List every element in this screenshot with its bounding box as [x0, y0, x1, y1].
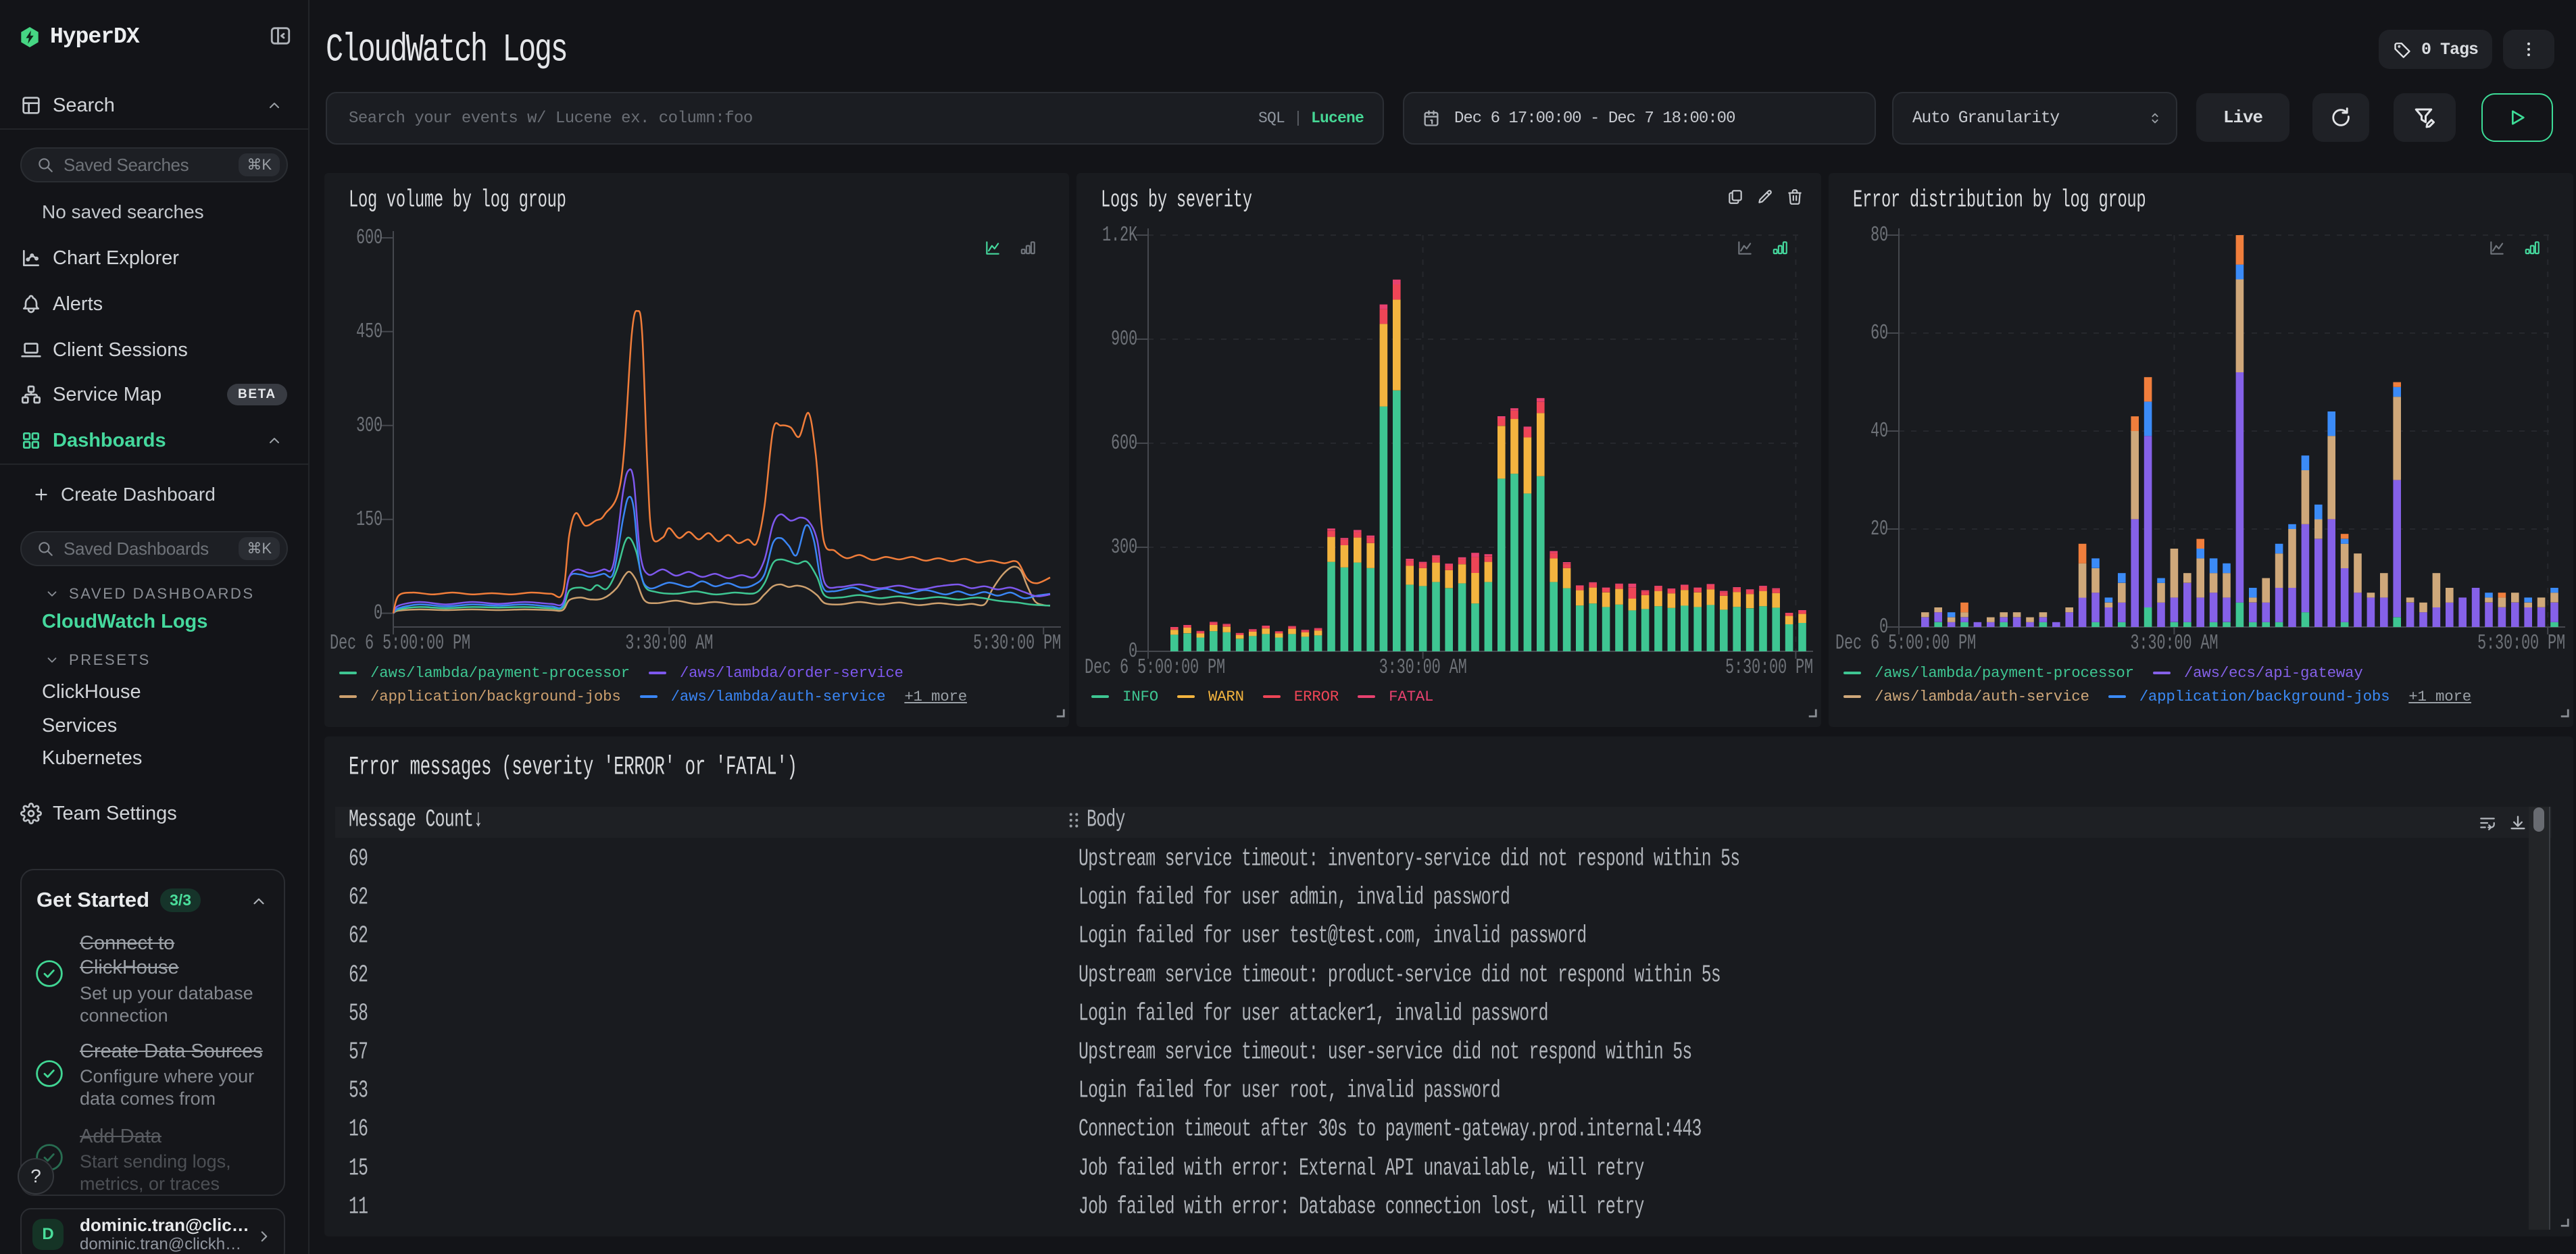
svg-text:5:30:00 PM: 5:30:00 PM: [1725, 655, 1813, 680]
svg-text:300: 300: [1111, 535, 1137, 559]
svg-text:5:30:00 PM: 5:30:00 PM: [973, 631, 1061, 655]
svg-text:Dec 6 5:00:00 PM: Dec 6 5:00:00 PM: [1835, 631, 1976, 655]
svg-text:3:30:00 AM: 3:30:00 AM: [625, 631, 713, 655]
svg-text:600: 600: [1111, 431, 1137, 455]
svg-text:600: 600: [356, 226, 382, 250]
svg-text:450: 450: [356, 320, 382, 344]
svg-text:150: 150: [356, 507, 382, 532]
svg-text:80: 80: [1871, 223, 1888, 247]
svg-text:3:30:00 AM: 3:30:00 AM: [2130, 631, 2218, 655]
svg-text:0: 0: [374, 601, 382, 626]
svg-text:900: 900: [1111, 327, 1137, 351]
svg-text:20: 20: [1871, 517, 1888, 541]
svg-text:1.2K: 1.2K: [1102, 223, 1138, 247]
svg-text:3:30:00 AM: 3:30:00 AM: [1379, 655, 1467, 680]
svg-text:5:30:00 PM: 5:30:00 PM: [2477, 631, 2565, 655]
svg-text:40: 40: [1871, 419, 1888, 443]
svg-text:Dec 6 5:00:00 PM: Dec 6 5:00:00 PM: [1085, 655, 1225, 680]
svg-text:60: 60: [1871, 321, 1888, 345]
svg-text:300: 300: [356, 413, 382, 438]
svg-text:Dec 6 5:00:00 PM: Dec 6 5:00:00 PM: [330, 631, 470, 655]
